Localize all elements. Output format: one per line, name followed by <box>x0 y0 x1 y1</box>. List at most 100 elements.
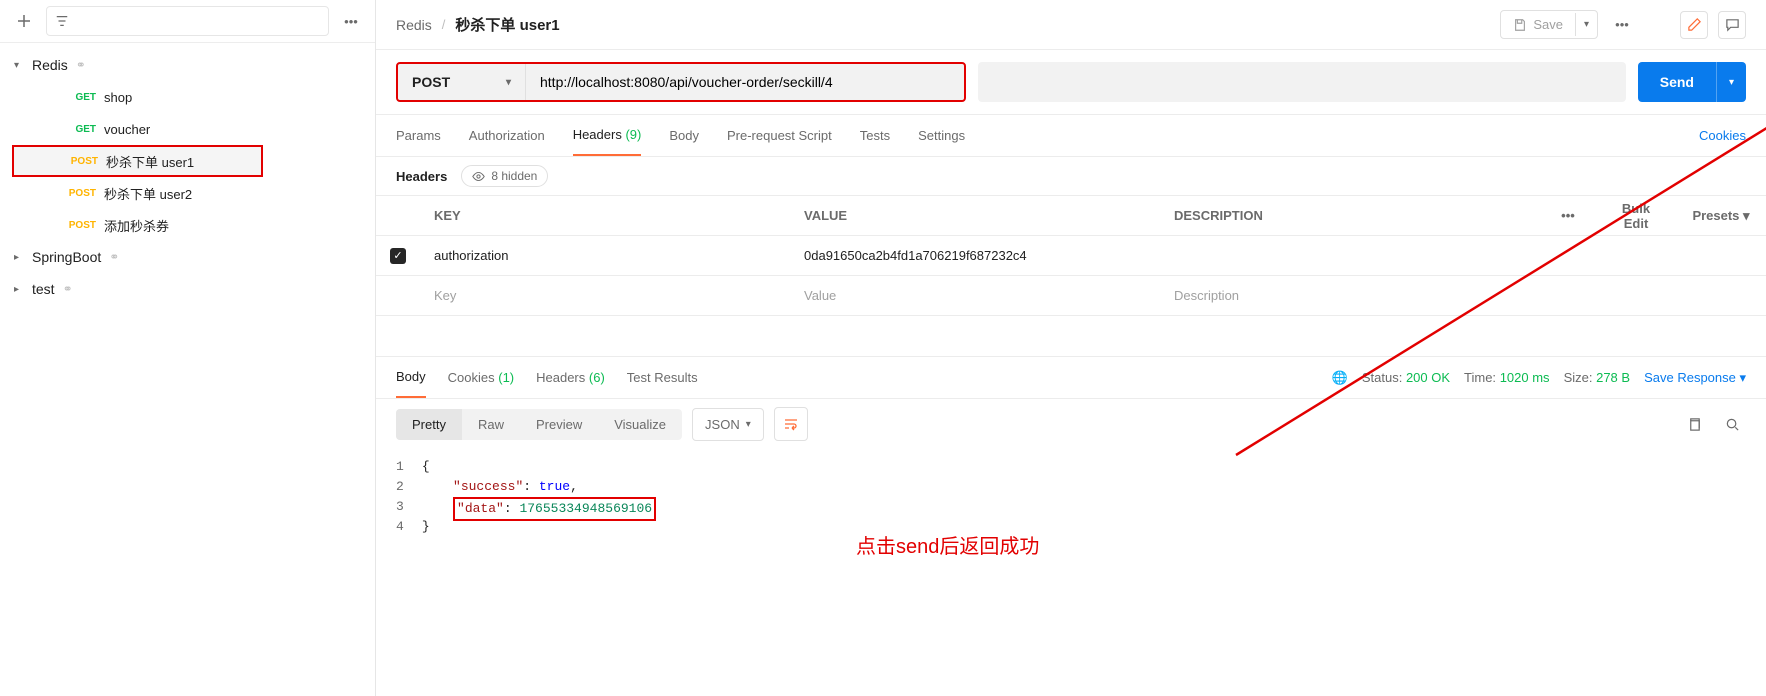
view-mode-group: Pretty Raw Preview Visualize <box>396 409 682 440</box>
folder-test[interactable]: ▸test⚭ <box>0 273 375 305</box>
json-val: true <box>539 479 570 494</box>
cookies-link[interactable]: Cookies <box>1699 116 1746 155</box>
col-value: VALUE <box>790 208 1160 223</box>
header-value-input[interactable]: Value <box>790 288 1160 303</box>
folder-springboot[interactable]: ▸SpringBoot⚭ <box>0 241 375 273</box>
header-key-input[interactable]: Key <box>420 288 790 303</box>
presets-dropdown[interactable]: Presets ▾ <box>1676 208 1766 224</box>
table-row-new: Key Value Description <box>376 276 1766 316</box>
status-value: 200 OK <box>1406 370 1450 385</box>
bulk-edit-link[interactable]: Bulk Edit <box>1596 201 1676 231</box>
json-key: "data" <box>457 501 504 516</box>
save-label: Save <box>1533 17 1563 32</box>
request-label: 秒杀下单 user2 <box>104 184 192 203</box>
resp-tab-body[interactable]: Body <box>396 357 426 398</box>
checkbox-checked[interactable]: ✓ <box>390 248 406 264</box>
method-badge: POST <box>66 220 96 231</box>
sidebar-toolbar: ••• <box>0 0 375 43</box>
method-badge: GET <box>66 124 96 135</box>
main-panel: Redis / 秒杀下单 user1 Save ▾ ••• POST▾ Send… <box>376 0 1766 696</box>
chevron-down-icon: ▾ <box>14 60 24 71</box>
annotation-text: 点击send后返回成功 <box>856 530 1039 559</box>
save-dropdown[interactable]: ▾ <box>1575 13 1597 36</box>
url-group-ext <box>978 62 1626 102</box>
view-pretty[interactable]: Pretty <box>396 409 462 440</box>
table-header: KEY VALUE DESCRIPTION ••• Bulk Edit Pres… <box>376 196 1766 236</box>
method-badge: POST <box>66 188 96 199</box>
hidden-count: 8 hidden <box>491 169 537 183</box>
more-actions-icon[interactable]: ••• <box>1608 11 1636 39</box>
headers-table: KEY VALUE DESCRIPTION ••• Bulk Edit Pres… <box>376 195 1766 316</box>
tab-prerequest[interactable]: Pre-request Script <box>727 116 832 155</box>
breadcrumb-root[interactable]: Redis <box>396 17 432 33</box>
edit-icon[interactable] <box>1680 11 1708 39</box>
header-value[interactable]: 0da91650ca2b4fd1a706219f687232c4 <box>790 248 1160 263</box>
header-key[interactable]: authorization <box>420 248 790 263</box>
tab-headers[interactable]: Headers (9) <box>573 115 642 156</box>
response-panel: Body Cookies (1) Headers (6) Test Result… <box>376 356 1766 545</box>
method-badge: POST <box>68 156 98 167</box>
wrap-icon[interactable] <box>774 407 808 441</box>
copy-icon[interactable] <box>1680 410 1708 438</box>
tab-body[interactable]: Body <box>669 116 699 155</box>
url-input[interactable] <box>526 74 964 90</box>
resp-tab-cookies[interactable]: Cookies (1) <box>448 358 514 397</box>
header-desc-input[interactable]: Description <box>1160 288 1540 303</box>
tab-count: (9) <box>625 127 641 142</box>
request-item[interactable]: GET shop <box>0 81 375 113</box>
send-dropdown[interactable]: ▾ <box>1716 62 1746 102</box>
tab-settings[interactable]: Settings <box>918 116 965 155</box>
globe-icon[interactable]: 🌐 <box>1332 370 1348 386</box>
save-button-group: Save ▾ <box>1500 10 1598 39</box>
resp-tab-headers[interactable]: Headers (6) <box>536 358 605 397</box>
save-response-link[interactable]: Save Response ▾ <box>1644 370 1746 386</box>
search-icon[interactable] <box>1718 410 1746 438</box>
view-visualize[interactable]: Visualize <box>598 409 682 440</box>
new-icon[interactable] <box>10 7 38 35</box>
send-button[interactable]: Send <box>1638 62 1716 102</box>
resp-tab-tests[interactable]: Test Results <box>627 358 698 397</box>
method-badge: GET <box>66 92 96 103</box>
request-tabs: Params Authorization Headers (9) Body Pr… <box>376 115 1766 157</box>
json-val: 17655334948569106 <box>519 501 652 516</box>
time-value: 1020 ms <box>1500 370 1550 385</box>
request-item[interactable]: GETvoucher <box>0 113 375 145</box>
json-code[interactable]: { "success": true, "data": 1765533494856… <box>422 457 656 537</box>
more-icon[interactable]: ••• <box>337 7 365 35</box>
sidebar: ••• ▾ Redis ⚭ GET shop GETvoucher POST 秒杀下… <box>0 0 376 696</box>
tab-tests[interactable]: Tests <box>860 116 890 155</box>
tab-authorization[interactable]: Authorization <box>469 116 545 155</box>
comment-icon[interactable] <box>1718 11 1746 39</box>
col-desc: DESCRIPTION <box>1160 208 1540 223</box>
more-icon[interactable]: ••• <box>1540 208 1596 223</box>
folder-redis[interactable]: ▾ Redis ⚭ <box>0 49 375 81</box>
tab-params[interactable]: Params <box>396 116 441 155</box>
hidden-headers-toggle[interactable]: 8 hidden <box>461 165 548 187</box>
format-select[interactable]: JSON ▾ <box>692 408 764 441</box>
chevron-right-icon: ▸ <box>14 252 24 263</box>
breadcrumb-bar: Redis / 秒杀下单 user1 Save ▾ ••• <box>376 0 1766 50</box>
view-raw[interactable]: Raw <box>462 409 520 440</box>
filter-input[interactable] <box>46 6 329 36</box>
line-gutter: 1234 <box>396 457 422 537</box>
method-select[interactable]: POST▾ <box>398 64 526 100</box>
team-icon: ⚭ <box>63 282 73 296</box>
response-toolbar: Pretty Raw Preview Visualize JSON ▾ <box>376 399 1766 449</box>
request-label: shop <box>104 90 132 105</box>
response-tabs: Body Cookies (1) Headers (6) Test Result… <box>376 357 1766 399</box>
headers-label: Headers <box>396 169 447 184</box>
request-item-active[interactable]: POST 秒杀下单 user1 <box>12 145 263 177</box>
breadcrumb-name: 秒杀下单 user1 <box>455 14 559 35</box>
url-group: POST▾ <box>396 62 966 102</box>
request-item[interactable]: POST 秒杀下单 user2 <box>0 177 375 209</box>
view-preview[interactable]: Preview <box>520 409 598 440</box>
request-item[interactable]: POST添加秒杀券 <box>0 209 375 241</box>
chevron-down-icon: ▾ <box>506 77 511 88</box>
save-button[interactable]: Save <box>1501 11 1575 38</box>
table-row: ✓ authorization 0da91650ca2b4fd1a706219f… <box>376 236 1766 276</box>
send-button-group: Send ▾ <box>1638 62 1746 102</box>
folder-label: Redis <box>32 57 68 73</box>
folder-label: SpringBoot <box>32 249 101 265</box>
size-value: 278 B <box>1596 370 1630 385</box>
request-label: 秒杀下单 user1 <box>106 152 194 171</box>
